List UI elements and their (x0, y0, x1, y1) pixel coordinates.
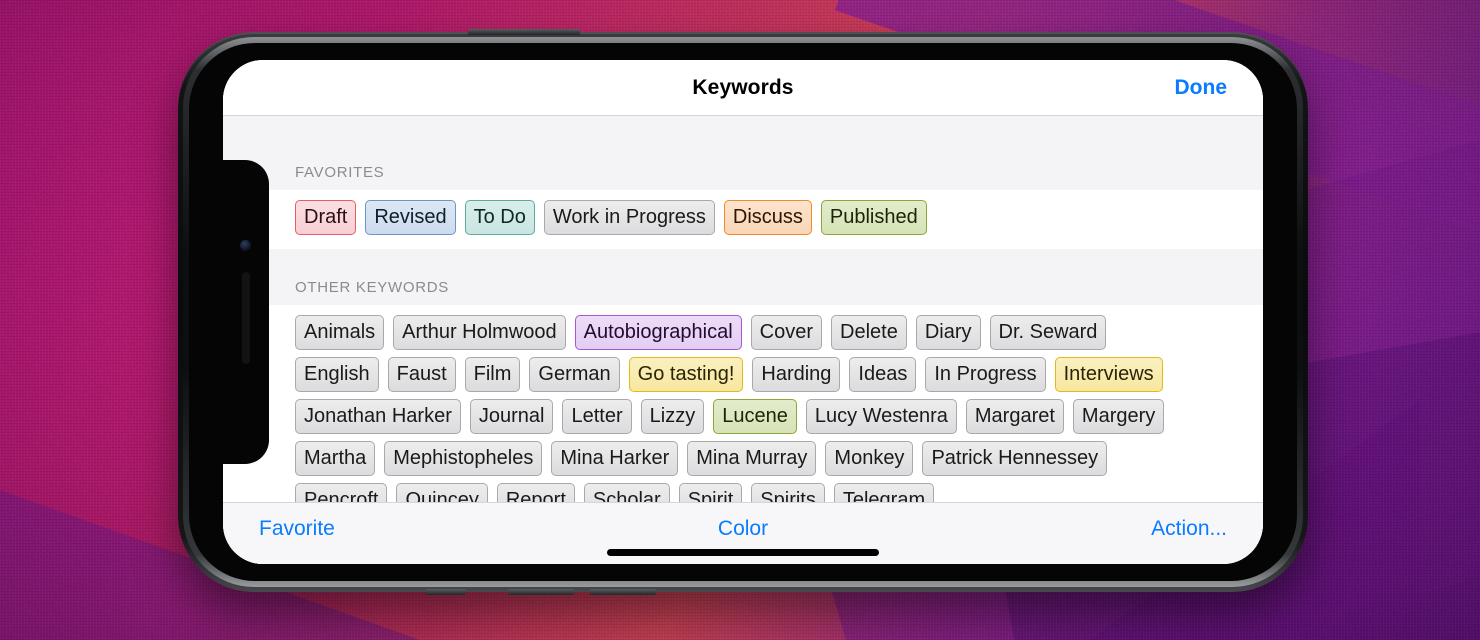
other-keyword-tag[interactable]: Telegram (833, 483, 935, 502)
other-keyword-tag[interactable]: Margaret (965, 399, 1064, 434)
phone-screen: Keywords Done FAVORITES Draft Revised To D… (223, 60, 1263, 564)
favorite-tag[interactable]: To Do (464, 200, 535, 235)
page-title: Keywords (692, 75, 794, 99)
other-keyword-tag[interactable]: Martha (295, 441, 376, 476)
volume-up-button[interactable] (508, 589, 574, 595)
favorite-tag[interactable]: Work in Progress (543, 200, 715, 235)
display-notch (223, 160, 269, 464)
done-button[interactable]: Done (1175, 76, 1228, 100)
favorite-tag[interactable]: Revised (365, 200, 456, 235)
other-keyword-tag[interactable]: Cover (750, 315, 823, 350)
color-button[interactable]: Color (582, 517, 905, 541)
other-keyword-tag[interactable]: Scholar (583, 483, 670, 502)
favorite-tag[interactable]: Published (820, 200, 927, 235)
favorite-button[interactable]: Favorite (259, 517, 582, 541)
other-keyword-tag[interactable]: Ideas (849, 357, 917, 392)
favorites-section-header: FAVORITES (223, 116, 1263, 190)
other-keywords-tag-list: Animals Arthur Holmwood Autobiographical Co… (295, 315, 1263, 502)
other-keyword-tag[interactable]: Diary (915, 315, 981, 350)
other-keyword-tag[interactable]: Go tasting! (628, 357, 744, 392)
other-keyword-tag[interactable]: Lucene (713, 399, 797, 434)
favorite-tag[interactable]: Draft (295, 200, 357, 235)
other-keyword-tag[interactable]: Journal (469, 399, 554, 434)
other-keyword-tag[interactable]: Jonathan Harker (295, 399, 461, 434)
other-keyword-tag[interactable]: Dr. Seward (989, 315, 1107, 350)
other-keyword-tag[interactable]: Quincey (396, 483, 488, 502)
other-keyword-tag[interactable]: Interviews (1054, 357, 1163, 392)
other-keyword-tag[interactable]: Faust (387, 357, 456, 392)
other-keyword-tag[interactable]: Mina Harker (551, 441, 679, 476)
other-keyword-tag[interactable]: Autobiographical (574, 315, 742, 350)
power-button[interactable] (468, 29, 580, 35)
other-keywords-tag-area: Animals Arthur Holmwood Autobiographical Co… (223, 305, 1263, 502)
other-keyword-tag[interactable]: Margery (1072, 399, 1165, 434)
other-keyword-tag[interactable]: Lucy Westenra (805, 399, 957, 434)
other-keyword-tag[interactable]: Letter (562, 399, 632, 434)
other-keyword-tag[interactable]: Arthur Holmwood (393, 315, 566, 350)
favorite-tag[interactable]: Discuss (723, 200, 812, 235)
other-keyword-tag[interactable]: Mina Murray (687, 441, 817, 476)
mute-switch[interactable] (426, 589, 466, 595)
keywords-app: Keywords Done FAVORITES Draft Revised To D… (223, 60, 1263, 564)
action-button[interactable]: Action... (904, 517, 1227, 541)
other-keyword-tag[interactable]: Monkey (825, 441, 914, 476)
other-keyword-tag[interactable]: Animals (295, 315, 385, 350)
volume-down-button[interactable] (590, 589, 656, 595)
keywords-scroll-content[interactable]: FAVORITES Draft Revised To Do Work in Progr… (223, 116, 1263, 502)
other-keywords-section-header: OTHER KEYWORDS (223, 249, 1263, 305)
other-keyword-tag[interactable]: Pencroft (295, 483, 388, 502)
other-keyword-tag[interactable]: Mephistopheles (384, 441, 543, 476)
favorites-tag-list: Draft Revised To Do Work in Progress Discuss… (295, 200, 1263, 235)
other-keyword-tag[interactable]: Spirits (751, 483, 825, 502)
other-keyword-tag[interactable]: Delete (831, 315, 907, 350)
navigation-bar: Keywords Done (223, 60, 1263, 116)
other-keyword-tag[interactable]: In Progress (925, 357, 1046, 392)
favorites-tag-area: Draft Revised To Do Work in Progress Discuss… (223, 190, 1263, 249)
front-camera-icon (240, 240, 251, 251)
other-keyword-tag[interactable]: Harding (752, 357, 841, 392)
other-keyword-tag[interactable]: Lizzy (640, 399, 705, 434)
other-keyword-tag[interactable]: Report (496, 483, 575, 502)
other-keyword-tag[interactable]: Patrick Hennessey (922, 441, 1108, 476)
earpiece-speaker-icon (242, 272, 250, 364)
home-indicator[interactable] (607, 549, 879, 556)
other-keyword-tag[interactable]: Spirit (678, 483, 743, 502)
other-keyword-tag[interactable]: German (529, 357, 620, 392)
other-keyword-tag[interactable]: English (295, 357, 379, 392)
other-keyword-tag[interactable]: Film (464, 357, 521, 392)
phone-device-frame: Keywords Done FAVORITES Draft Revised To D… (178, 29, 1308, 595)
